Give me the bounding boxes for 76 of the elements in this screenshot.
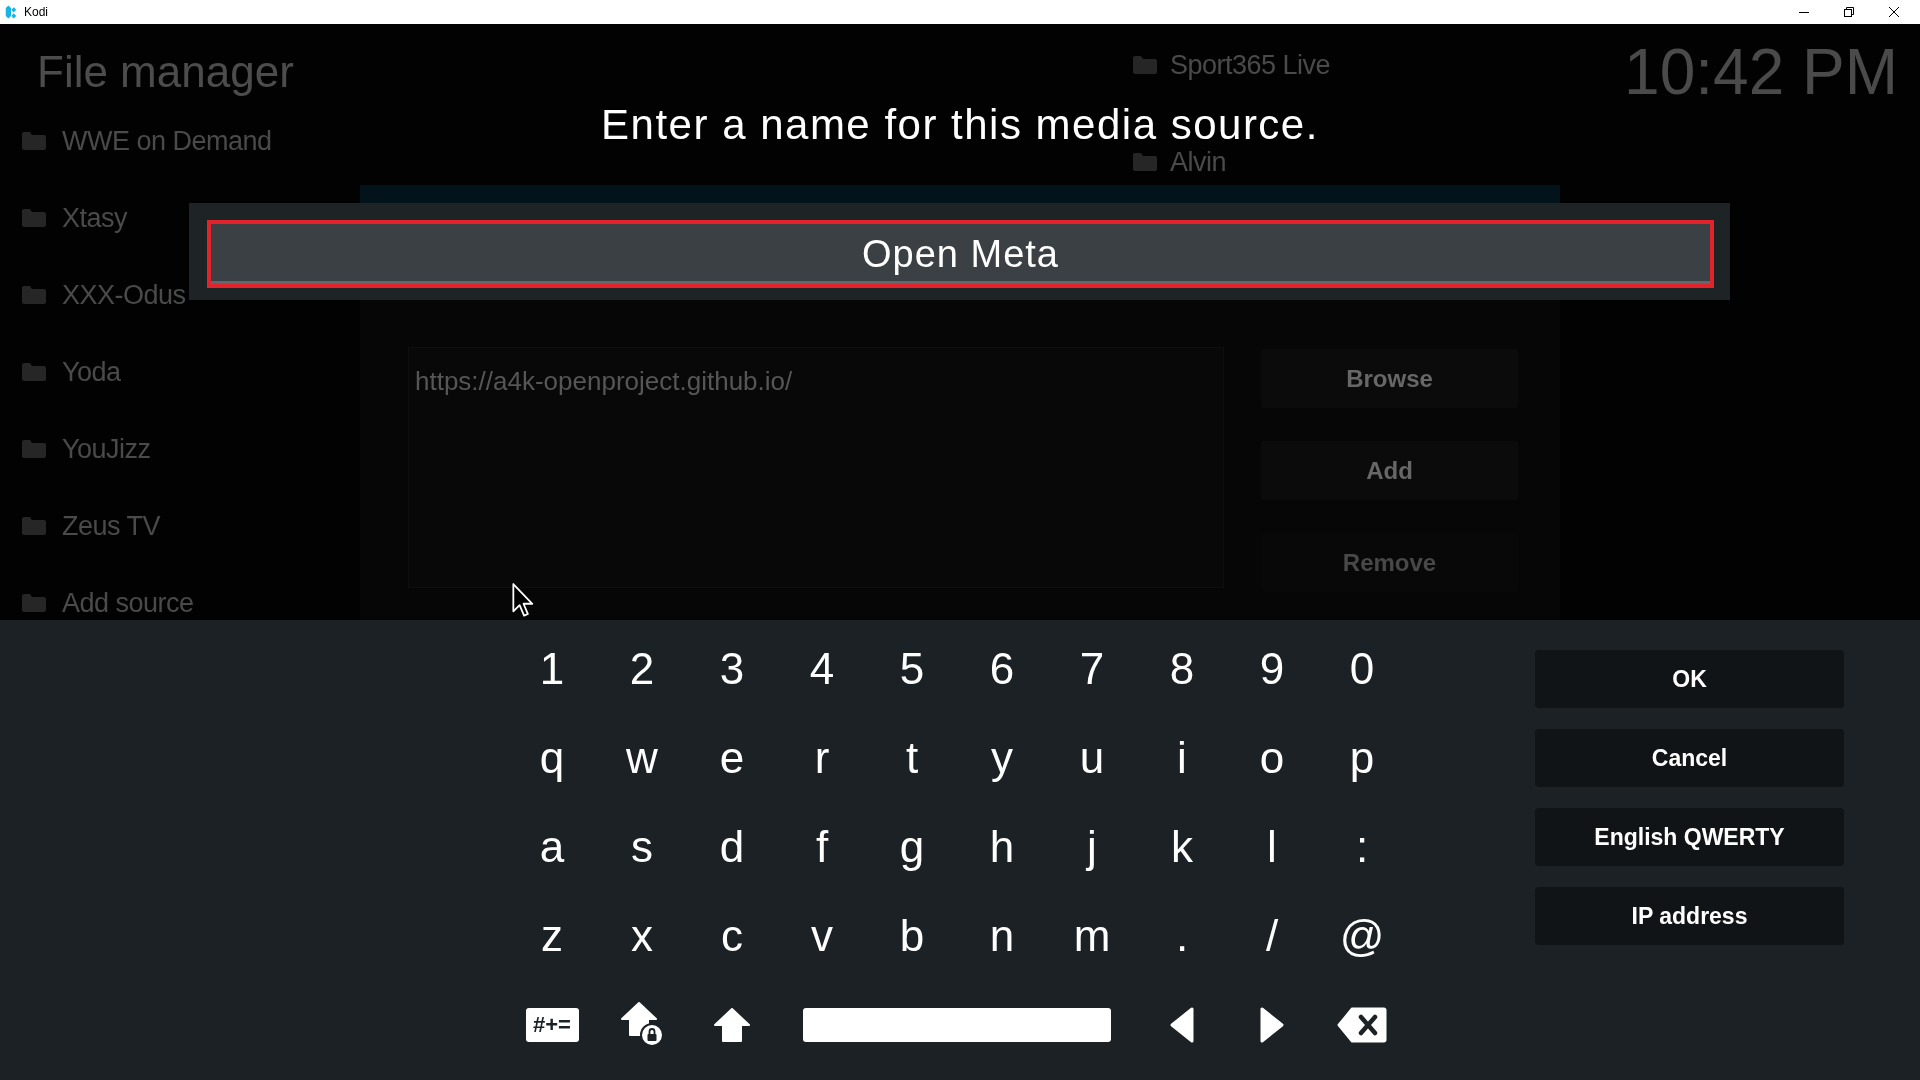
right-triangle-icon [1260, 1006, 1284, 1043]
keyboard-key[interactable]: 3 [719, 646, 745, 691]
shift-key[interactable] [714, 1007, 750, 1042]
keyboard-key[interactable]: l [1267, 824, 1277, 869]
cursor-left-key[interactable] [1170, 1006, 1194, 1043]
keyboard-key[interactable]: x [631, 913, 653, 958]
keyboard-key[interactable]: m [1073, 913, 1111, 958]
restore-icon [1844, 7, 1854, 17]
keyboard-key[interactable]: y [991, 735, 1013, 780]
keyboard-key[interactable]: 6 [989, 646, 1015, 691]
keyboard-layout-button[interactable]: English QWERTY [1535, 808, 1844, 866]
keyboard-key[interactable]: o [1259, 735, 1285, 780]
clock-time: 10:42 PM [1624, 35, 1898, 110]
folder-icon [1133, 153, 1157, 171]
keyboard-key[interactable]: e [719, 735, 745, 780]
keyboard-key[interactable]: / [1265, 913, 1279, 958]
keyboard-key[interactable]: s [631, 824, 653, 869]
keyboard-key[interactable]: c [721, 913, 743, 958]
keyboard-key[interactable]: g [899, 824, 925, 869]
keyboard-key[interactable]: v [811, 913, 833, 958]
mouse-pointer-icon [512, 583, 534, 617]
restore-button[interactable] [1844, 7, 1854, 17]
keyboard-key[interactable]: . [1175, 913, 1189, 958]
folder-icon [22, 516, 46, 535]
keyboard-key[interactable]: @ [1339, 913, 1385, 958]
keyboard-key[interactable]: 8 [1169, 646, 1195, 691]
close-button[interactable] [1889, 7, 1899, 17]
keyboard-key[interactable]: b [899, 913, 925, 958]
keyboard-key[interactable]: i [1177, 735, 1187, 780]
keyboard-key[interactable]: k [1171, 824, 1193, 869]
folder-icon [22, 439, 46, 458]
keyboard-key[interactable]: d [719, 824, 745, 869]
name-input-field[interactable]: Open Meta [207, 220, 1714, 288]
keyboard-key[interactable]: w [626, 735, 658, 780]
close-icon [1889, 7, 1899, 17]
keyboard-key[interactable]: z [541, 913, 563, 958]
keyboard-key[interactable]: 1 [539, 646, 565, 691]
dialog-heading: Enter a name for this media source. [601, 103, 1319, 147]
folder-icon [22, 362, 46, 381]
keyboard-key[interactable]: u [1079, 735, 1105, 780]
keyboard-key[interactable]: : [1355, 824, 1369, 869]
keyboard-key[interactable]: n [989, 913, 1015, 958]
symbols-key[interactable]: #+= [525, 1007, 579, 1042]
left-triangle-icon [1170, 1006, 1194, 1043]
keyboard-key[interactable]: a [539, 824, 565, 869]
keyboard-key[interactable]: 7 [1079, 646, 1105, 691]
cursor-right-key[interactable] [1260, 1006, 1284, 1043]
ip-address-button[interactable]: IP address [1535, 887, 1844, 945]
caps-lock-key[interactable] [620, 1002, 664, 1047]
keyboard-key[interactable]: t [905, 735, 919, 780]
keyboard-key[interactable]: q [539, 735, 565, 780]
folder-icon [1133, 56, 1157, 74]
up-arrow-icon [714, 1007, 750, 1042]
window-title: Kodi [24, 5, 49, 19]
app-logo-icon [4, 5, 18, 19]
keyboard-key[interactable]: j [1087, 824, 1097, 869]
backspace-key[interactable] [1337, 1006, 1387, 1043]
keyboard-key[interactable]: h [989, 824, 1015, 869]
folder-icon [22, 208, 46, 227]
keyboard-key[interactable]: 9 [1259, 646, 1285, 691]
keyboard-key[interactable]: 0 [1349, 646, 1375, 691]
ok-button[interactable]: OK [1535, 650, 1844, 708]
page-title: File manager [37, 46, 294, 98]
folder-icon [22, 593, 46, 612]
keyboard-key[interactable]: r [814, 735, 830, 780]
keyboard-key[interactable]: f [815, 824, 829, 869]
space-key[interactable] [803, 1007, 1111, 1042]
folder-icon [22, 285, 46, 304]
backspace-icon [1337, 1006, 1387, 1043]
keyboard-key[interactable]: p [1349, 735, 1375, 780]
keyboard-key[interactable]: 5 [899, 646, 925, 691]
keyboard-key[interactable]: 4 [809, 646, 835, 691]
folder-icon [22, 131, 46, 150]
cancel-button[interactable]: Cancel [1535, 729, 1844, 787]
keyboard-key[interactable]: 2 [629, 646, 655, 691]
caps-lock-icon [620, 1002, 664, 1047]
